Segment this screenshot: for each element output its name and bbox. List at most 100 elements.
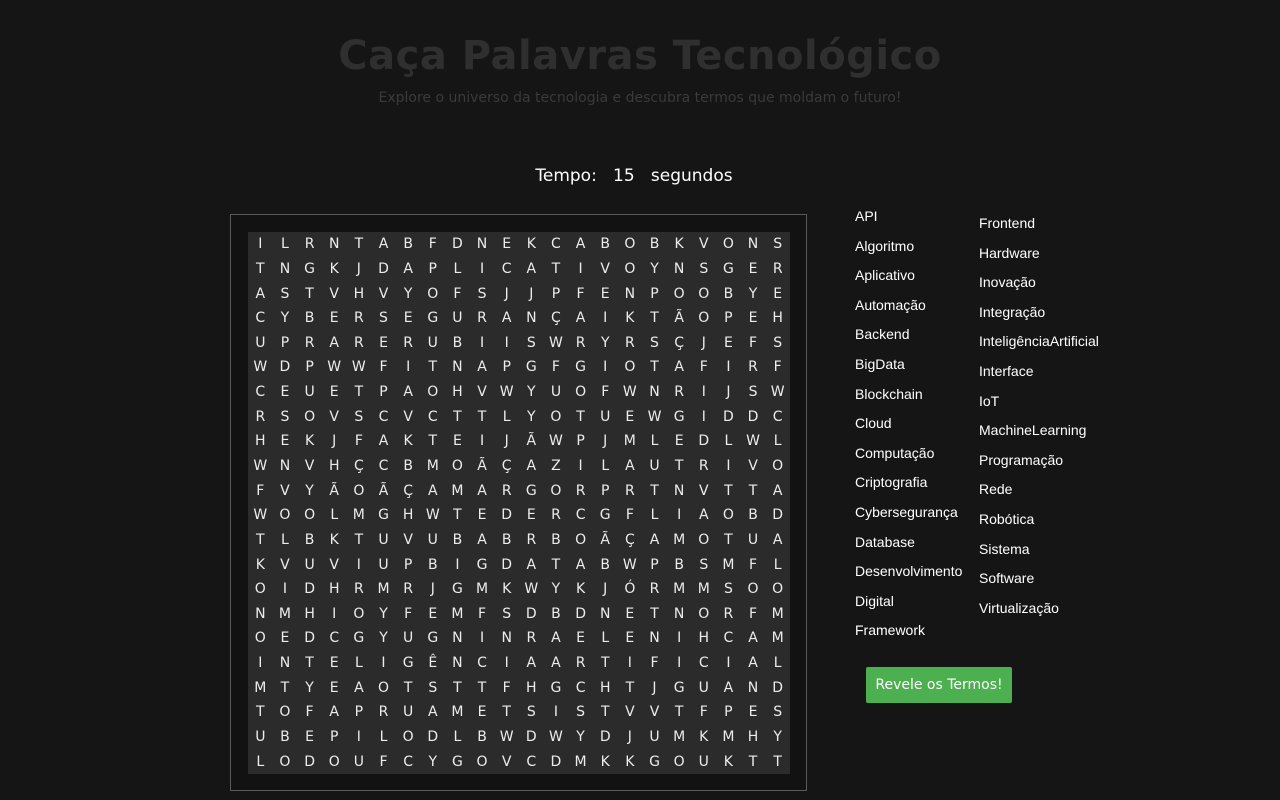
- grid-cell[interactable]: E: [322, 380, 347, 405]
- grid-cell[interactable]: N: [445, 651, 470, 676]
- grid-cell[interactable]: R: [396, 331, 421, 356]
- grid-cell[interactable]: N: [741, 232, 766, 257]
- grid-cell[interactable]: C: [544, 232, 569, 257]
- grid-cell[interactable]: K: [618, 306, 643, 331]
- grid-cell[interactable]: G: [420, 306, 445, 331]
- grid-cell[interactable]: Ç: [667, 331, 692, 356]
- grid-cell[interactable]: N: [618, 281, 643, 306]
- grid-cell[interactable]: W: [618, 552, 643, 577]
- grid-cell[interactable]: F: [741, 602, 766, 627]
- grid-cell[interactable]: P: [420, 257, 445, 282]
- grid-cell[interactable]: S: [765, 232, 790, 257]
- grid-cell[interactable]: A: [691, 503, 716, 528]
- grid-cell[interactable]: L: [642, 503, 667, 528]
- grid-cell[interactable]: D: [297, 749, 322, 774]
- grid-cell[interactable]: D: [420, 725, 445, 750]
- grid-cell[interactable]: R: [667, 380, 692, 405]
- grid-cell[interactable]: L: [322, 503, 347, 528]
- grid-cell[interactable]: O: [248, 626, 273, 651]
- grid-cell[interactable]: P: [716, 306, 741, 331]
- grid-cell[interactable]: U: [248, 725, 273, 750]
- grid-cell[interactable]: B: [544, 528, 569, 553]
- grid-cell[interactable]: E: [396, 306, 421, 331]
- grid-cell[interactable]: U: [297, 552, 322, 577]
- grid-cell[interactable]: T: [667, 454, 692, 479]
- grid-cell[interactable]: E: [322, 651, 347, 676]
- grid-cell[interactable]: S: [347, 404, 372, 429]
- grid-cell[interactable]: M: [765, 602, 790, 627]
- grid-cell[interactable]: S: [568, 700, 593, 725]
- grid-cell[interactable]: H: [593, 675, 618, 700]
- grid-cell[interactable]: O: [741, 577, 766, 602]
- grid-cell[interactable]: Ã: [519, 429, 544, 454]
- grid-cell[interactable]: F: [248, 478, 273, 503]
- grid-cell[interactable]: M: [667, 528, 692, 553]
- grid-cell[interactable]: E: [741, 700, 766, 725]
- grid-cell[interactable]: P: [371, 380, 396, 405]
- grid-cell[interactable]: O: [691, 306, 716, 331]
- grid-cell[interactable]: W: [765, 380, 790, 405]
- grid-cell[interactable]: V: [273, 478, 298, 503]
- grid-cell[interactable]: H: [297, 602, 322, 627]
- grid-cell[interactable]: W: [248, 454, 273, 479]
- grid-cell[interactable]: I: [716, 355, 741, 380]
- grid-cell[interactable]: G: [396, 651, 421, 676]
- grid-cell[interactable]: O: [396, 725, 421, 750]
- grid-cell[interactable]: F: [691, 355, 716, 380]
- grid-cell[interactable]: G: [420, 626, 445, 651]
- grid-cell[interactable]: A: [371, 232, 396, 257]
- grid-cell[interactable]: C: [716, 626, 741, 651]
- grid-cell[interactable]: S: [519, 331, 544, 356]
- grid-cell[interactable]: O: [765, 577, 790, 602]
- grid-cell[interactable]: L: [347, 651, 372, 676]
- grid-cell[interactable]: C: [494, 257, 519, 282]
- grid-cell[interactable]: A: [519, 257, 544, 282]
- grid-cell[interactable]: W: [741, 429, 766, 454]
- grid-cell[interactable]: A: [396, 380, 421, 405]
- grid-cell[interactable]: A: [568, 306, 593, 331]
- grid-cell[interactable]: I: [667, 626, 692, 651]
- grid-cell[interactable]: P: [642, 281, 667, 306]
- grid-cell[interactable]: L: [273, 528, 298, 553]
- grid-cell[interactable]: I: [618, 651, 643, 676]
- grid-cell[interactable]: G: [667, 404, 692, 429]
- grid-cell[interactable]: D: [716, 404, 741, 429]
- grid-cell[interactable]: E: [470, 503, 495, 528]
- grid-cell[interactable]: V: [396, 404, 421, 429]
- grid-cell[interactable]: E: [273, 380, 298, 405]
- grid-cell[interactable]: Ç: [494, 454, 519, 479]
- grid-cell[interactable]: J: [347, 257, 372, 282]
- grid-cell[interactable]: A: [741, 651, 766, 676]
- grid-cell[interactable]: K: [568, 577, 593, 602]
- grid-cell[interactable]: A: [519, 552, 544, 577]
- grid-cell[interactable]: D: [519, 602, 544, 627]
- grid-cell[interactable]: T: [273, 675, 298, 700]
- grid-cell[interactable]: L: [765, 429, 790, 454]
- grid-cell[interactable]: A: [396, 257, 421, 282]
- grid-cell[interactable]: N: [322, 232, 347, 257]
- grid-cell[interactable]: M: [371, 577, 396, 602]
- grid-cell[interactable]: K: [618, 749, 643, 774]
- grid-cell[interactable]: Y: [544, 577, 569, 602]
- grid-cell[interactable]: V: [593, 257, 618, 282]
- grid-cell[interactable]: C: [396, 749, 421, 774]
- grid-cell[interactable]: M: [765, 626, 790, 651]
- grid-cell[interactable]: A: [371, 429, 396, 454]
- grid-cell[interactable]: R: [741, 355, 766, 380]
- grid-cell[interactable]: T: [248, 528, 273, 553]
- grid-cell[interactable]: S: [741, 380, 766, 405]
- grid-cell[interactable]: P: [494, 355, 519, 380]
- grid-cell[interactable]: F: [593, 380, 618, 405]
- grid-cell[interactable]: O: [544, 404, 569, 429]
- grid-cell[interactable]: U: [691, 675, 716, 700]
- grid-cell[interactable]: B: [593, 232, 618, 257]
- grid-cell[interactable]: O: [470, 749, 495, 774]
- grid-cell[interactable]: E: [297, 725, 322, 750]
- grid-cell[interactable]: D: [494, 503, 519, 528]
- grid-cell[interactable]: A: [470, 528, 495, 553]
- grid-cell[interactable]: G: [716, 257, 741, 282]
- grid-cell[interactable]: Y: [273, 306, 298, 331]
- grid-cell[interactable]: H: [691, 626, 716, 651]
- grid-cell[interactable]: Y: [568, 725, 593, 750]
- grid-cell[interactable]: R: [470, 306, 495, 331]
